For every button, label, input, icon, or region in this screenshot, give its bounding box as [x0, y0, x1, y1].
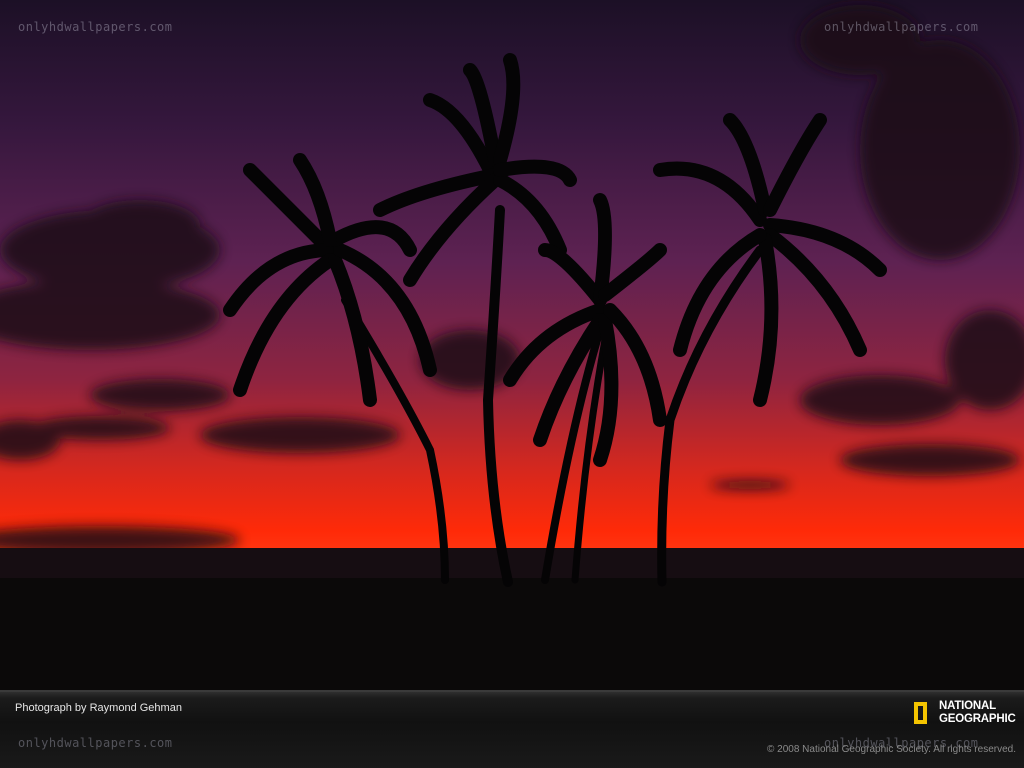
copyright-notice: © 2008 National Geographic Society. All …	[767, 744, 1016, 755]
watermark-bottom-left: onlyhdwallpapers.com	[18, 736, 173, 750]
yellow-border-icon	[914, 702, 927, 724]
national-geographic-logo: NATIONAL GEOGRAPHIC	[914, 700, 1018, 730]
logo-text: NATIONAL GEOGRAPHIC	[939, 700, 1016, 726]
beach	[0, 578, 1024, 690]
sunset-photo	[0, 0, 1024, 690]
watermark-top-right: onlyhdwallpapers.com	[824, 20, 979, 34]
watermark-top-left: onlyhdwallpapers.com	[18, 20, 173, 34]
caption-bar: Photograph by Raymond Gehman onlyhdwallp…	[0, 690, 1024, 768]
photo-credit: Photograph by Raymond Gehman	[15, 702, 182, 714]
sea	[0, 548, 1024, 580]
logo-line-1: NATIONAL	[939, 700, 996, 712]
logo-line-2: GEOGRAPHIC	[939, 713, 1016, 725]
